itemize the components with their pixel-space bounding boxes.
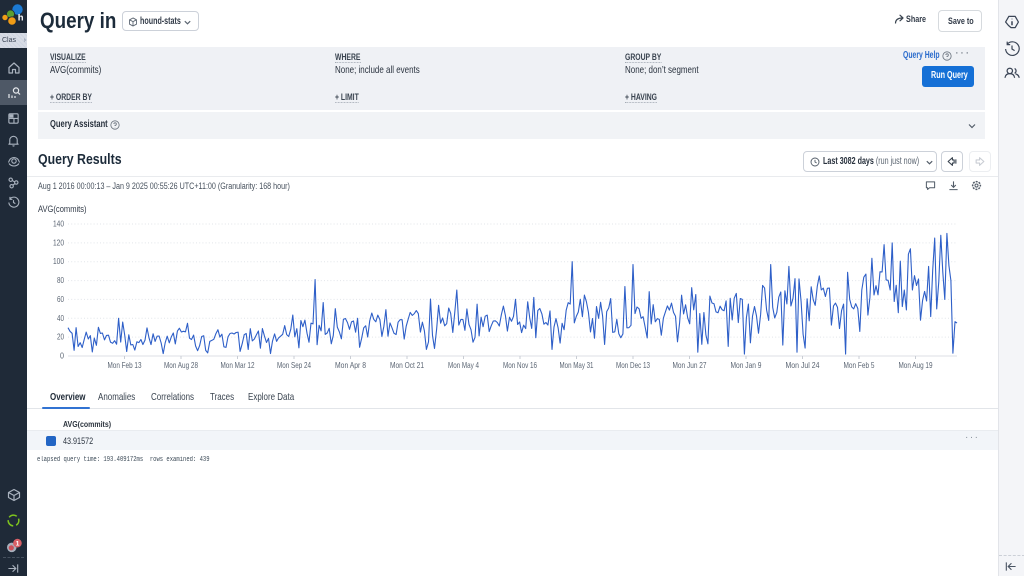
svg-text:Mon May 4: Mon May 4 bbox=[448, 360, 479, 370]
svg-text:1: 1 bbox=[15, 540, 19, 547]
svg-text:140: 140 bbox=[53, 219, 64, 229]
svg-text:Mon Jan 9: Mon Jan 9 bbox=[731, 360, 762, 370]
svg-text:Mon Aug 19: Mon Aug 19 bbox=[899, 360, 933, 370]
svg-text:40: 40 bbox=[57, 313, 64, 323]
svg-text:80: 80 bbox=[57, 275, 64, 285]
svg-text:Mon Dec 13: Mon Dec 13 bbox=[616, 360, 650, 370]
svg-text:Mon Sep 24: Mon Sep 24 bbox=[277, 360, 311, 370]
svg-text:h: h bbox=[18, 13, 24, 24]
svg-text:20: 20 bbox=[57, 332, 64, 342]
svg-text:Mon Feb 13: Mon Feb 13 bbox=[108, 360, 142, 370]
svg-text:Mon Jun 27: Mon Jun 27 bbox=[673, 360, 707, 370]
svg-text:Mon Feb 5: Mon Feb 5 bbox=[844, 360, 875, 370]
svg-text:Mon Jul 24: Mon Jul 24 bbox=[786, 360, 820, 370]
svg-text:Mon Apr 8: Mon Apr 8 bbox=[335, 360, 366, 370]
svg-text:Mon Oct 21: Mon Oct 21 bbox=[390, 360, 424, 370]
svg-text:Mon May 31: Mon May 31 bbox=[560, 360, 594, 370]
svg-text:100: 100 bbox=[53, 256, 64, 266]
svg-text:0: 0 bbox=[60, 351, 64, 361]
svg-text:Mon Mar 12: Mon Mar 12 bbox=[221, 360, 255, 370]
svg-text:Mon Aug 28: Mon Aug 28 bbox=[164, 360, 198, 370]
svg-text:120: 120 bbox=[53, 237, 64, 247]
svg-text:60: 60 bbox=[57, 294, 64, 304]
svg-text:Mon Nov 16: Mon Nov 16 bbox=[503, 360, 537, 370]
